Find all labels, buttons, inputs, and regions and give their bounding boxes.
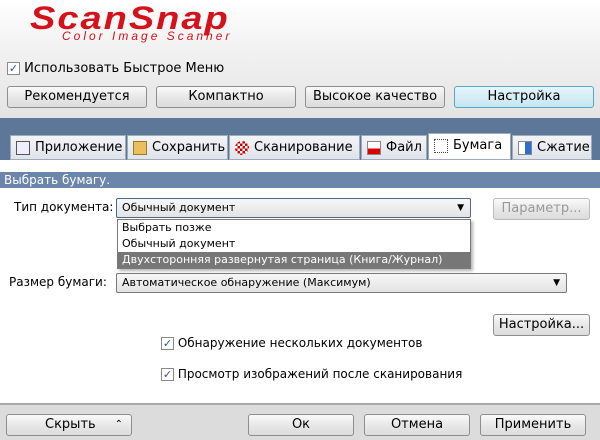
application-icon <box>16 141 30 155</box>
compression-icon <box>518 141 532 155</box>
tab-label: Файл <box>386 140 422 155</box>
tab-label: Приложение <box>35 140 123 155</box>
doc-type-label: Тип документа: <box>14 200 114 214</box>
multifeed-detection-checkbox[interactable]: ✓ Обнаружение нескольких документов <box>161 336 422 350</box>
tab-label: Сканирование <box>254 140 353 155</box>
dropdown-option[interactable]: Двухсторонняя развернутая страница (Книг… <box>118 252 470 268</box>
checkbox-checked-icon: ✓ <box>7 62 20 75</box>
chevron-up-icon: ⌃ <box>114 419 123 430</box>
preset-compact-button[interactable]: Компактно <box>156 86 296 108</box>
checkbox-checked-icon: ✓ <box>161 368 174 381</box>
preset-custom-button[interactable]: Настройка <box>454 86 594 108</box>
chevron-down-icon: ▼ <box>457 203 464 213</box>
preview-after-scan-checkbox[interactable]: ✓ Просмотр изображений после сканировани… <box>161 367 462 381</box>
chevron-down-icon: ▼ <box>553 278 560 288</box>
tab-label: Бумага <box>453 138 503 153</box>
doc-type-select[interactable]: Обычный документ ▼ <box>116 198 471 218</box>
hide-label: Скрыть <box>45 417 96 432</box>
scan-icon <box>235 141 249 155</box>
ok-button[interactable]: Ок <box>248 414 354 436</box>
file-icon <box>367 141 381 155</box>
tab-application[interactable]: Приложение <box>10 135 126 160</box>
preset-high-quality-button[interactable]: Высокое качество <box>305 86 445 108</box>
parameter-button[interactable]: Параметр... <box>493 198 590 220</box>
dropdown-option[interactable]: Обычный документ <box>118 236 470 252</box>
tab-file[interactable]: Файл <box>361 135 427 160</box>
apply-button[interactable]: Применить <box>480 414 586 436</box>
folder-icon <box>133 141 147 155</box>
dropdown-option[interactable]: Выбрать позже <box>118 220 470 236</box>
paper-icon <box>434 139 448 153</box>
paper-size-label: Размер бумаги: <box>9 275 107 289</box>
checkbox-label: Просмотр изображений после сканирования <box>177 367 463 381</box>
logo-subtitle: Color Image Scanner <box>62 29 233 43</box>
paper-size-select[interactable]: Автоматическое обнаружение (Максимум) ▼ <box>116 273 567 293</box>
hide-button[interactable]: Скрыть ⌃ <box>6 414 132 436</box>
doc-type-value: Обычный документ <box>122 201 236 214</box>
checkbox-label: Обнаружение нескольких документов <box>177 336 423 350</box>
paper-size-value: Автоматическое обнаружение (Максимум) <box>122 276 371 289</box>
quick-menu-checkbox[interactable]: ✓ Использовать Быстрое Меню <box>7 61 224 76</box>
tab-paper[interactable]: Бумага <box>428 133 511 160</box>
paper-settings-button[interactable]: Настройка... <box>493 314 590 336</box>
doc-type-dropdown-list: Выбрать позже Обычный документ Двухсторо… <box>117 219 471 269</box>
checkbox-checked-icon: ✓ <box>161 337 174 350</box>
tab-save[interactable]: Сохранить <box>127 135 228 160</box>
section-header: Выбрать бумагу. <box>0 172 600 188</box>
tab-label: Сжатие <box>537 140 590 155</box>
cancel-button[interactable]: Отмена <box>364 414 470 436</box>
tab-label: Сохранить <box>152 140 226 155</box>
tab-compression[interactable]: Сжатие <box>512 135 592 160</box>
preset-recommended-button[interactable]: Рекомендуется <box>7 86 147 108</box>
quick-menu-label: Использовать Быстрое Меню <box>24 61 225 76</box>
tab-scanning[interactable]: Сканирование <box>229 135 360 160</box>
